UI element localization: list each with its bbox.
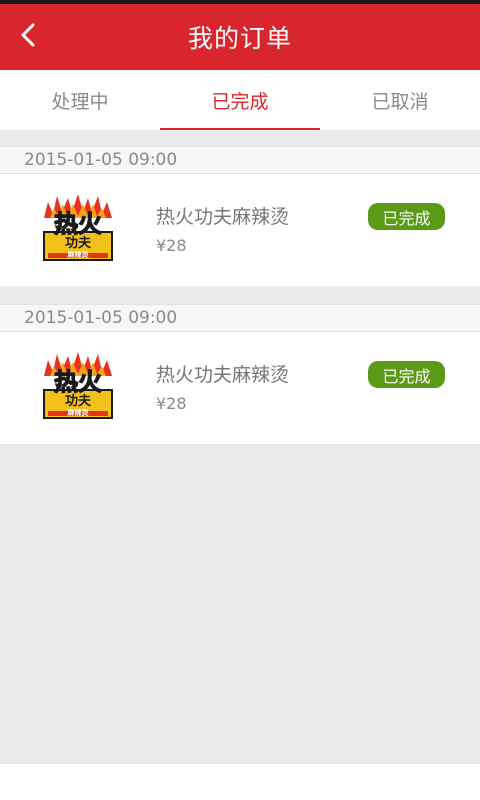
order-tabs: 处理中 已完成 已取消 [0,70,480,130]
chevron-left-icon [19,22,37,52]
tab-label: 已取消 [371,90,429,113]
app-header: 我的订单 [0,4,480,70]
tab-label: 处理中 [51,90,109,113]
order-group: 2015-01-05 09:00 热火 功夫 麻辣烫 热火功夫麻辣烫 ¥28 已… [0,146,480,286]
tab-processing[interactable]: 处理中 [0,70,160,130]
order-date: 2015-01-05 09:00 [0,146,480,174]
tab-cancelled[interactable]: 已取消 [320,70,480,130]
shop-logo-icon: 热火 功夫 麻辣烫 [40,350,116,420]
svg-text:功夫: 功夫 [65,393,92,409]
page-title: 我的订单 [187,24,292,53]
order-card[interactable]: 热火 功夫 麻辣烫 热火功夫麻辣烫 ¥28 已完成 [0,332,480,444]
svg-text:热火: 热火 [54,368,102,396]
status-badge: 已完成 [368,203,445,230]
shop-name: 热火功夫麻辣烫 [156,206,290,228]
order-date: 2015-01-05 09:00 [0,304,480,332]
svg-text:麻辣烫: 麻辣烫 [67,250,90,259]
order-card[interactable]: 热火 功夫 麻辣烫 热火功夫麻辣烫 ¥28 已完成 [0,174,480,286]
svg-text:热火: 热火 [54,210,102,238]
svg-text:功夫: 功夫 [65,235,92,251]
shop-logo-icon: 热火 功夫 麻辣烫 [40,192,116,262]
order-price: ¥28 [156,236,187,255]
active-tab-indicator [160,128,320,130]
tab-completed[interactable]: 已完成 [160,70,320,130]
order-group: 2015-01-05 09:00 热火 功夫 麻辣烫 热火功夫麻辣烫 ¥28 已… [0,304,480,444]
status-badge: 已完成 [368,361,445,388]
shop-name: 热火功夫麻辣烫 [156,364,290,386]
svg-text:麻辣烫: 麻辣烫 [67,408,90,417]
tab-label: 已完成 [211,90,269,113]
bottom-bar [0,764,480,800]
orders-screen: 我的订单 处理中 已完成 已取消 2015-01-05 09:00 热火 功夫 [0,0,480,800]
back-button[interactable] [6,4,50,70]
order-price: ¥28 [156,394,187,413]
